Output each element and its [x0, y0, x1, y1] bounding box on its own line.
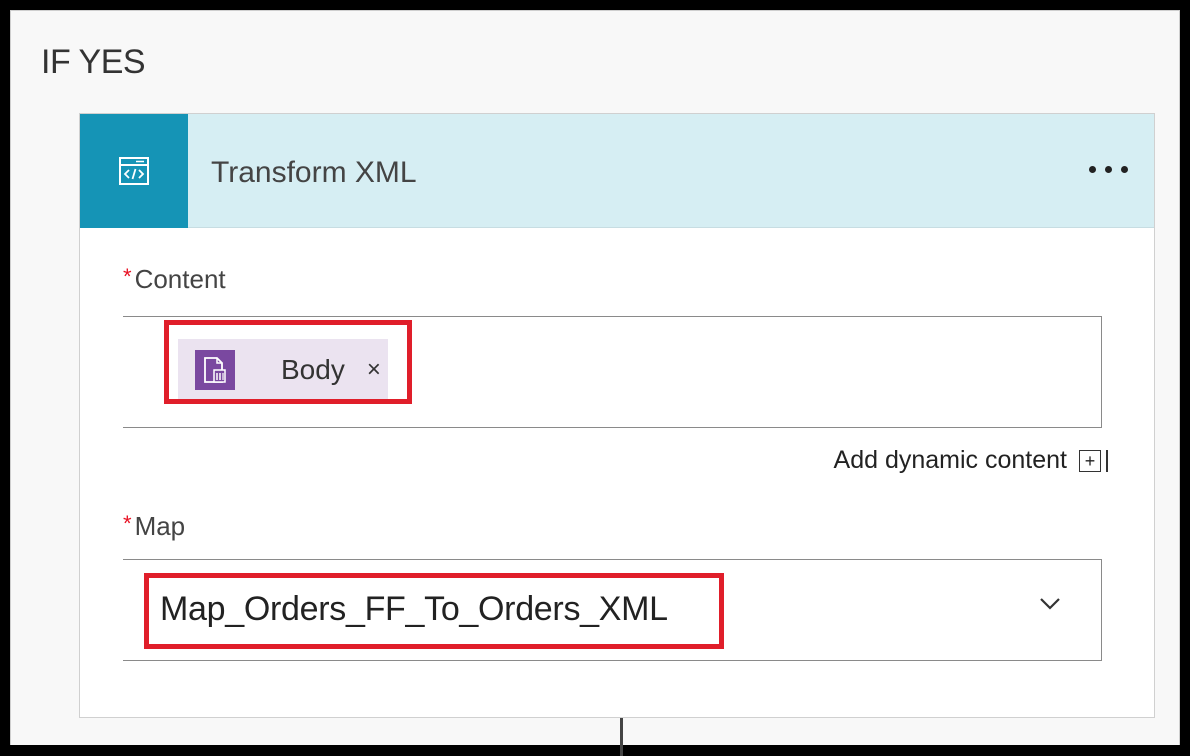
- more-options-icon[interactable]: [1089, 154, 1128, 184]
- plus-box-icon: +: [1079, 449, 1108, 472]
- body-token-icon: [195, 350, 235, 390]
- map-dropdown[interactable]: Map_Orders_FF_To_Orders_XML: [123, 559, 1102, 661]
- screenshot-frame: IF YES Transform XML * Content Body × Ad…: [0, 0, 1190, 756]
- content-field-label: * Content: [123, 264, 226, 295]
- body-token-label: Body: [281, 354, 345, 385]
- remove-token-icon[interactable]: ×: [367, 356, 381, 384]
- condition-branch-container: IF YES Transform XML * Content Body × Ad…: [10, 10, 1180, 756]
- action-card-header[interactable]: Transform XML: [80, 114, 1154, 228]
- branch-label: IF YES: [41, 43, 146, 81]
- content-label-text: Content: [134, 264, 226, 294]
- flow-connector-line: [620, 718, 623, 756]
- add-dynamic-content-link[interactable]: Add dynamic content +: [833, 446, 1108, 475]
- required-marker: *: [123, 264, 132, 289]
- required-marker: *: [123, 511, 132, 536]
- map-field-label: * Map: [123, 511, 185, 542]
- map-label-text: Map: [134, 511, 186, 541]
- chevron-down-icon[interactable]: [1037, 594, 1063, 614]
- action-card: Transform XML * Content Body × Add dynam…: [79, 113, 1155, 718]
- code-window-icon: [80, 114, 188, 228]
- action-title: Transform XML: [211, 156, 417, 189]
- map-selected-value: Map_Orders_FF_To_Orders_XML: [160, 590, 668, 628]
- body-token[interactable]: Body ×: [178, 339, 388, 401]
- add-dynamic-content-label: Add dynamic content: [833, 446, 1067, 474]
- content-input[interactable]: Body ×: [123, 316, 1102, 428]
